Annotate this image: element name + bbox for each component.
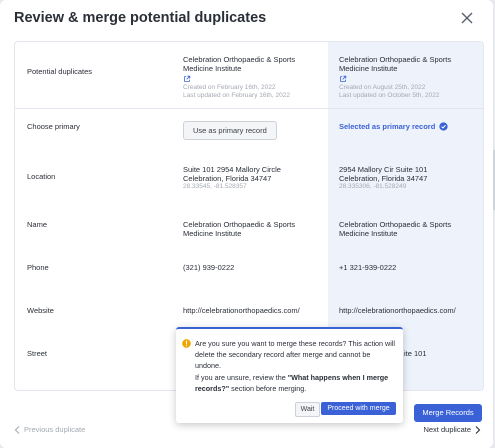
primary-record-name: Celebration Orthopaedic & Sports Medicin… (183, 55, 296, 73)
chevron-right-icon (475, 425, 481, 434)
selected-as-primary-status: Selected as primary record (339, 122, 448, 131)
secondary-name: Celebration Orthopaedic & Sports Medicin… (339, 220, 452, 238)
proceed-with-merge-button[interactable]: Proceed with merge (321, 402, 396, 415)
next-duplicate-label: Next duplicate (423, 425, 471, 434)
primary-created-date: Created on February 16th, 2022 (183, 84, 276, 91)
primary-coordinates: 28.33545, -81.528357 (183, 183, 247, 190)
website-label: Website (27, 306, 54, 315)
use-as-primary-button[interactable]: Use as primary record (183, 121, 277, 140)
primary-name: Celebration Orthopaedic & Sports Medicin… (183, 220, 296, 238)
check-circle-icon (439, 122, 448, 131)
primary-location-line2: Celebration, Florida 34747 (183, 174, 272, 183)
secondary-updated-date: Last updated on October 5th, 2022 (339, 92, 440, 99)
merge-records-button[interactable]: Merge Records (414, 404, 482, 422)
dialog-title: Review & merge potential duplicates (14, 10, 267, 26)
secondary-location-line2: Celebration, Florida 34747 (339, 174, 428, 183)
wait-button[interactable]: Wait (295, 402, 320, 417)
primary-website: http://celebrationorthopaedics.com/ (183, 306, 300, 315)
secondary-street-partial: ite 101 (404, 349, 427, 358)
external-link-icon[interactable] (183, 75, 191, 83)
review-hint: If you are unsure, review the "What happ… (195, 372, 389, 393)
external-link-icon[interactable] (339, 75, 347, 83)
primary-location-line1: Suite 101 2954 Mallory Circle (183, 165, 281, 174)
primary-phone: (321) 939-0222 (183, 263, 235, 272)
name-label: Name (27, 220, 48, 229)
secondary-location-line1: 2954 Mallory Cir Suite 101 (339, 165, 428, 174)
previous-duplicate-link[interactable]: Previous duplicate (14, 425, 85, 434)
secondary-created-date: Created on August 25th, 2022 (339, 84, 426, 91)
choose-primary-label: Choose primary (27, 122, 80, 131)
primary-updated-date: Last updated on February 16th, 2022 (183, 92, 290, 99)
secondary-coordinates: 28.335306, -81.528249 (339, 183, 407, 190)
location-label: Location (27, 172, 56, 181)
confirmation-message: Are you sure you want to merge these rec… (195, 338, 397, 394)
secondary-website: http://celebrationorthopaedics.com/ (339, 306, 456, 315)
previous-duplicate-label: Previous duplicate (24, 425, 86, 434)
secondary-phone: +1 321-939-0222 (339, 263, 397, 272)
warning-icon (182, 339, 191, 348)
next-duplicate-link[interactable]: Next duplicate (423, 425, 481, 434)
secondary-record-summary: Celebration Orthopaedic & Sports Medicin… (339, 55, 479, 100)
phone-label: Phone (27, 263, 49, 272)
selected-as-primary-text: Selected as primary record (339, 122, 436, 131)
chevron-left-icon (14, 425, 20, 434)
confirmation-text: Are you sure you want to merge these rec… (195, 339, 396, 371)
potential-duplicates-label: Potential duplicates (27, 67, 93, 76)
merge-duplicates-dialog: Review & merge potential duplicates Pote… (0, 0, 493, 448)
secondary-record-name: Celebration Orthopaedic & Sports Medicin… (339, 55, 452, 73)
secondary-location: 2954 Mallory Cir Suite 101 Celebration, … (339, 165, 479, 191)
row-divider (15, 108, 483, 109)
street-label: Street (27, 349, 48, 358)
primary-location: Suite 101 2954 Mallory Circle Celebratio… (183, 165, 313, 191)
primary-record-summary: Celebration Orthopaedic & Sports Medicin… (183, 55, 313, 100)
close-icon[interactable] (459, 10, 475, 26)
